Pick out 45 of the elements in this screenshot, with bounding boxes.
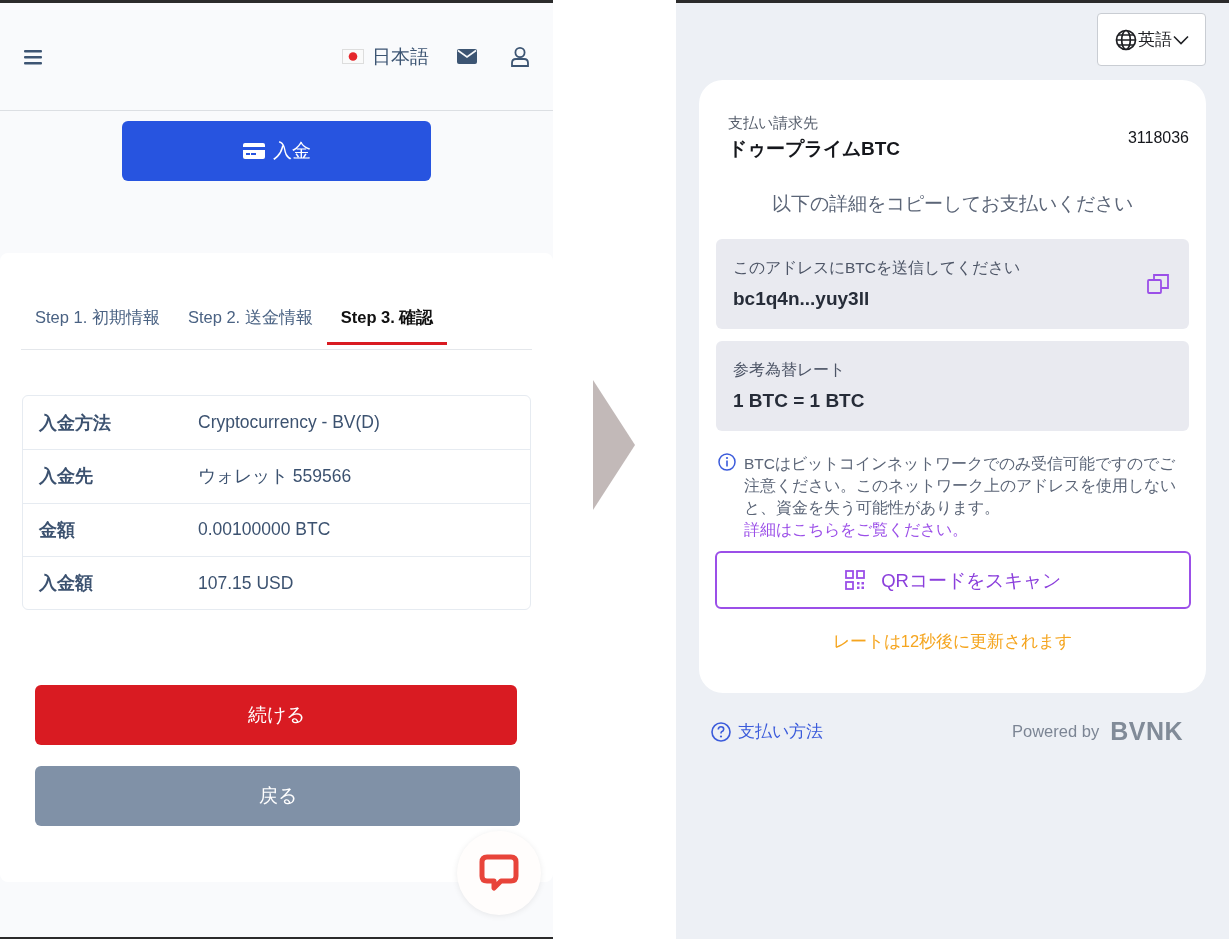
details-link[interactable]: 詳細はこちらをご覧ください。 — [744, 521, 968, 538]
menu-icon[interactable] — [24, 48, 42, 65]
chevron-down-icon — [1172, 34, 1189, 45]
payee-name: ドゥープライムBTC — [728, 137, 902, 161]
invoice-number: 3118036 — [1127, 129, 1189, 147]
scan-qr-button[interactable]: QRコードをスキャン — [715, 551, 1191, 609]
copy-icon[interactable] — [1147, 274, 1169, 294]
instruction-text: 以下の詳細をコピーしてお支払いください — [771, 192, 1134, 216]
step-tab[interactable]: Step 3. 確認 — [326, 298, 448, 345]
step-tab[interactable]: Step 1. 初期情報 — [21, 298, 174, 345]
info-icon — [718, 453, 736, 471]
language-label: 日本語 — [372, 44, 429, 69]
table-cell-text: 金額 — [38, 518, 76, 542]
table-cell-text: 入金額 — [38, 572, 94, 596]
speech-bubble-icon — [479, 854, 519, 892]
continue-button[interactable]: 続ける — [35, 685, 517, 746]
field-value: 1 BTC = 1 BTC — [733, 390, 866, 412]
powered-by-text: Powered by — [1012, 722, 1100, 741]
language-button[interactable]: 英語 — [1097, 13, 1206, 66]
help-icon — [711, 721, 731, 742]
mail-icon[interactable] — [457, 49, 477, 64]
user-icon[interactable] — [511, 46, 529, 67]
back-button[interactable]: 戻る — [35, 766, 520, 827]
warning-text: BTCはビットコインネットワークでのみ受信可能ですのでご注意ください。このネットワーク上のアドレスを使用しないと、資金を失う可能性があります。 詳細はこちらをご覧ください。 — [744, 454, 1177, 540]
payment-method-link[interactable]: 支払い方法 — [711, 720, 823, 743]
payee-label: 支払い請求先 — [728, 114, 819, 133]
field-label: このアドレスにBTCを送信してください — [733, 258, 1021, 278]
deposit-button[interactable]: 入金 — [122, 121, 431, 181]
table-cell: 107.15 USD — [198, 572, 294, 594]
globe-icon — [1114, 28, 1137, 51]
field-value: bc1q4n...yuy3ll — [733, 288, 871, 310]
table-cell-text: 入金方法 — [38, 411, 112, 435]
step-tab[interactable]: Step 2. 送金情報 — [173, 298, 327, 345]
rate-refresh-text: レートは12秒後に更新されます — [831, 631, 1074, 652]
qr-code-icon — [845, 570, 866, 590]
table-cell: Cryptocurrency - BV(D) — [198, 412, 380, 434]
brand-logo: BVNK — [1110, 717, 1183, 746]
table-cell-text: 入金先 — [38, 465, 94, 489]
field-label: 参考為替レート — [733, 360, 846, 380]
japan-flag-icon — [342, 49, 364, 64]
table-cell: 0.00100000 BTC — [198, 519, 331, 541]
language-selector[interactable]: 日本語 — [342, 43, 429, 70]
arrow-icon — [592, 380, 635, 510]
table-cell-text: ウォレット 559566 — [198, 465, 352, 489]
credit-card-icon — [242, 143, 265, 159]
